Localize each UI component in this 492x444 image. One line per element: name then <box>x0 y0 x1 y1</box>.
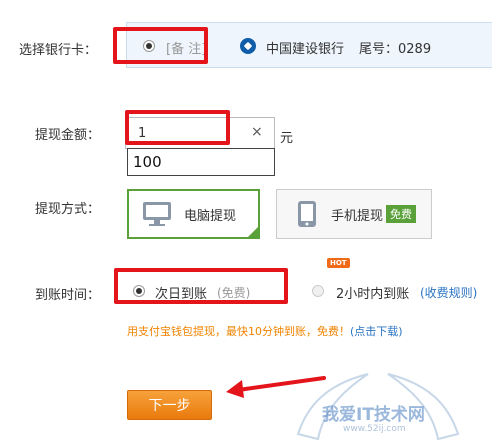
amount-suggestion-text[interactable]: 100 <box>133 153 162 171</box>
fast-arrival-radio[interactable] <box>312 285 324 297</box>
amount-label: 提现金额： <box>35 128 101 143</box>
download-link[interactable]: (点击下载) <box>350 325 403 338</box>
promo-text: 用支付宝钱包提现，最快10分钟到账，免费！ <box>127 325 350 338</box>
bank-card-label: 选择银行卡： <box>19 43 98 58</box>
method-mobile-option[interactable]: 手机提现 免费 <box>276 189 432 239</box>
method-pc-option[interactable]: 电脑提现 <box>127 189 260 239</box>
arrival-label: 到账时间： <box>35 288 101 303</box>
fast-arrival-label[interactable]: 2小时内到账 <box>336 283 409 302</box>
watermark-url: www.52ij.com <box>343 424 406 434</box>
highlight-box-amount <box>125 110 230 145</box>
next-step-button[interactable]: 下一步 <box>127 390 212 420</box>
hot-badge: HOT <box>327 258 350 268</box>
amount-unit: 元 <box>280 131 294 146</box>
method-label: 提现方式： <box>35 202 101 217</box>
computer-icon <box>143 202 171 226</box>
free-badge: 免费 <box>386 205 417 223</box>
mobile-phone-icon <box>298 201 316 227</box>
card-tail-number: 尾号：0289 <box>359 42 432 57</box>
clear-icon[interactable]: × <box>251 124 263 140</box>
method-pc-label: 电脑提现 <box>184 208 237 224</box>
highlight-box-remark <box>113 27 208 64</box>
selected-check-icon <box>246 225 260 239</box>
ccb-bank-logo-icon <box>240 38 256 54</box>
fee-rules-link[interactable]: (收费规则) <box>420 284 477 301</box>
bank-name: 中国建设银行 <box>266 42 345 57</box>
method-mobile-label: 手机提现 <box>331 208 384 224</box>
highlight-box-arrival <box>114 268 288 304</box>
watermark-title: 我爱IT技术网 <box>322 405 425 425</box>
